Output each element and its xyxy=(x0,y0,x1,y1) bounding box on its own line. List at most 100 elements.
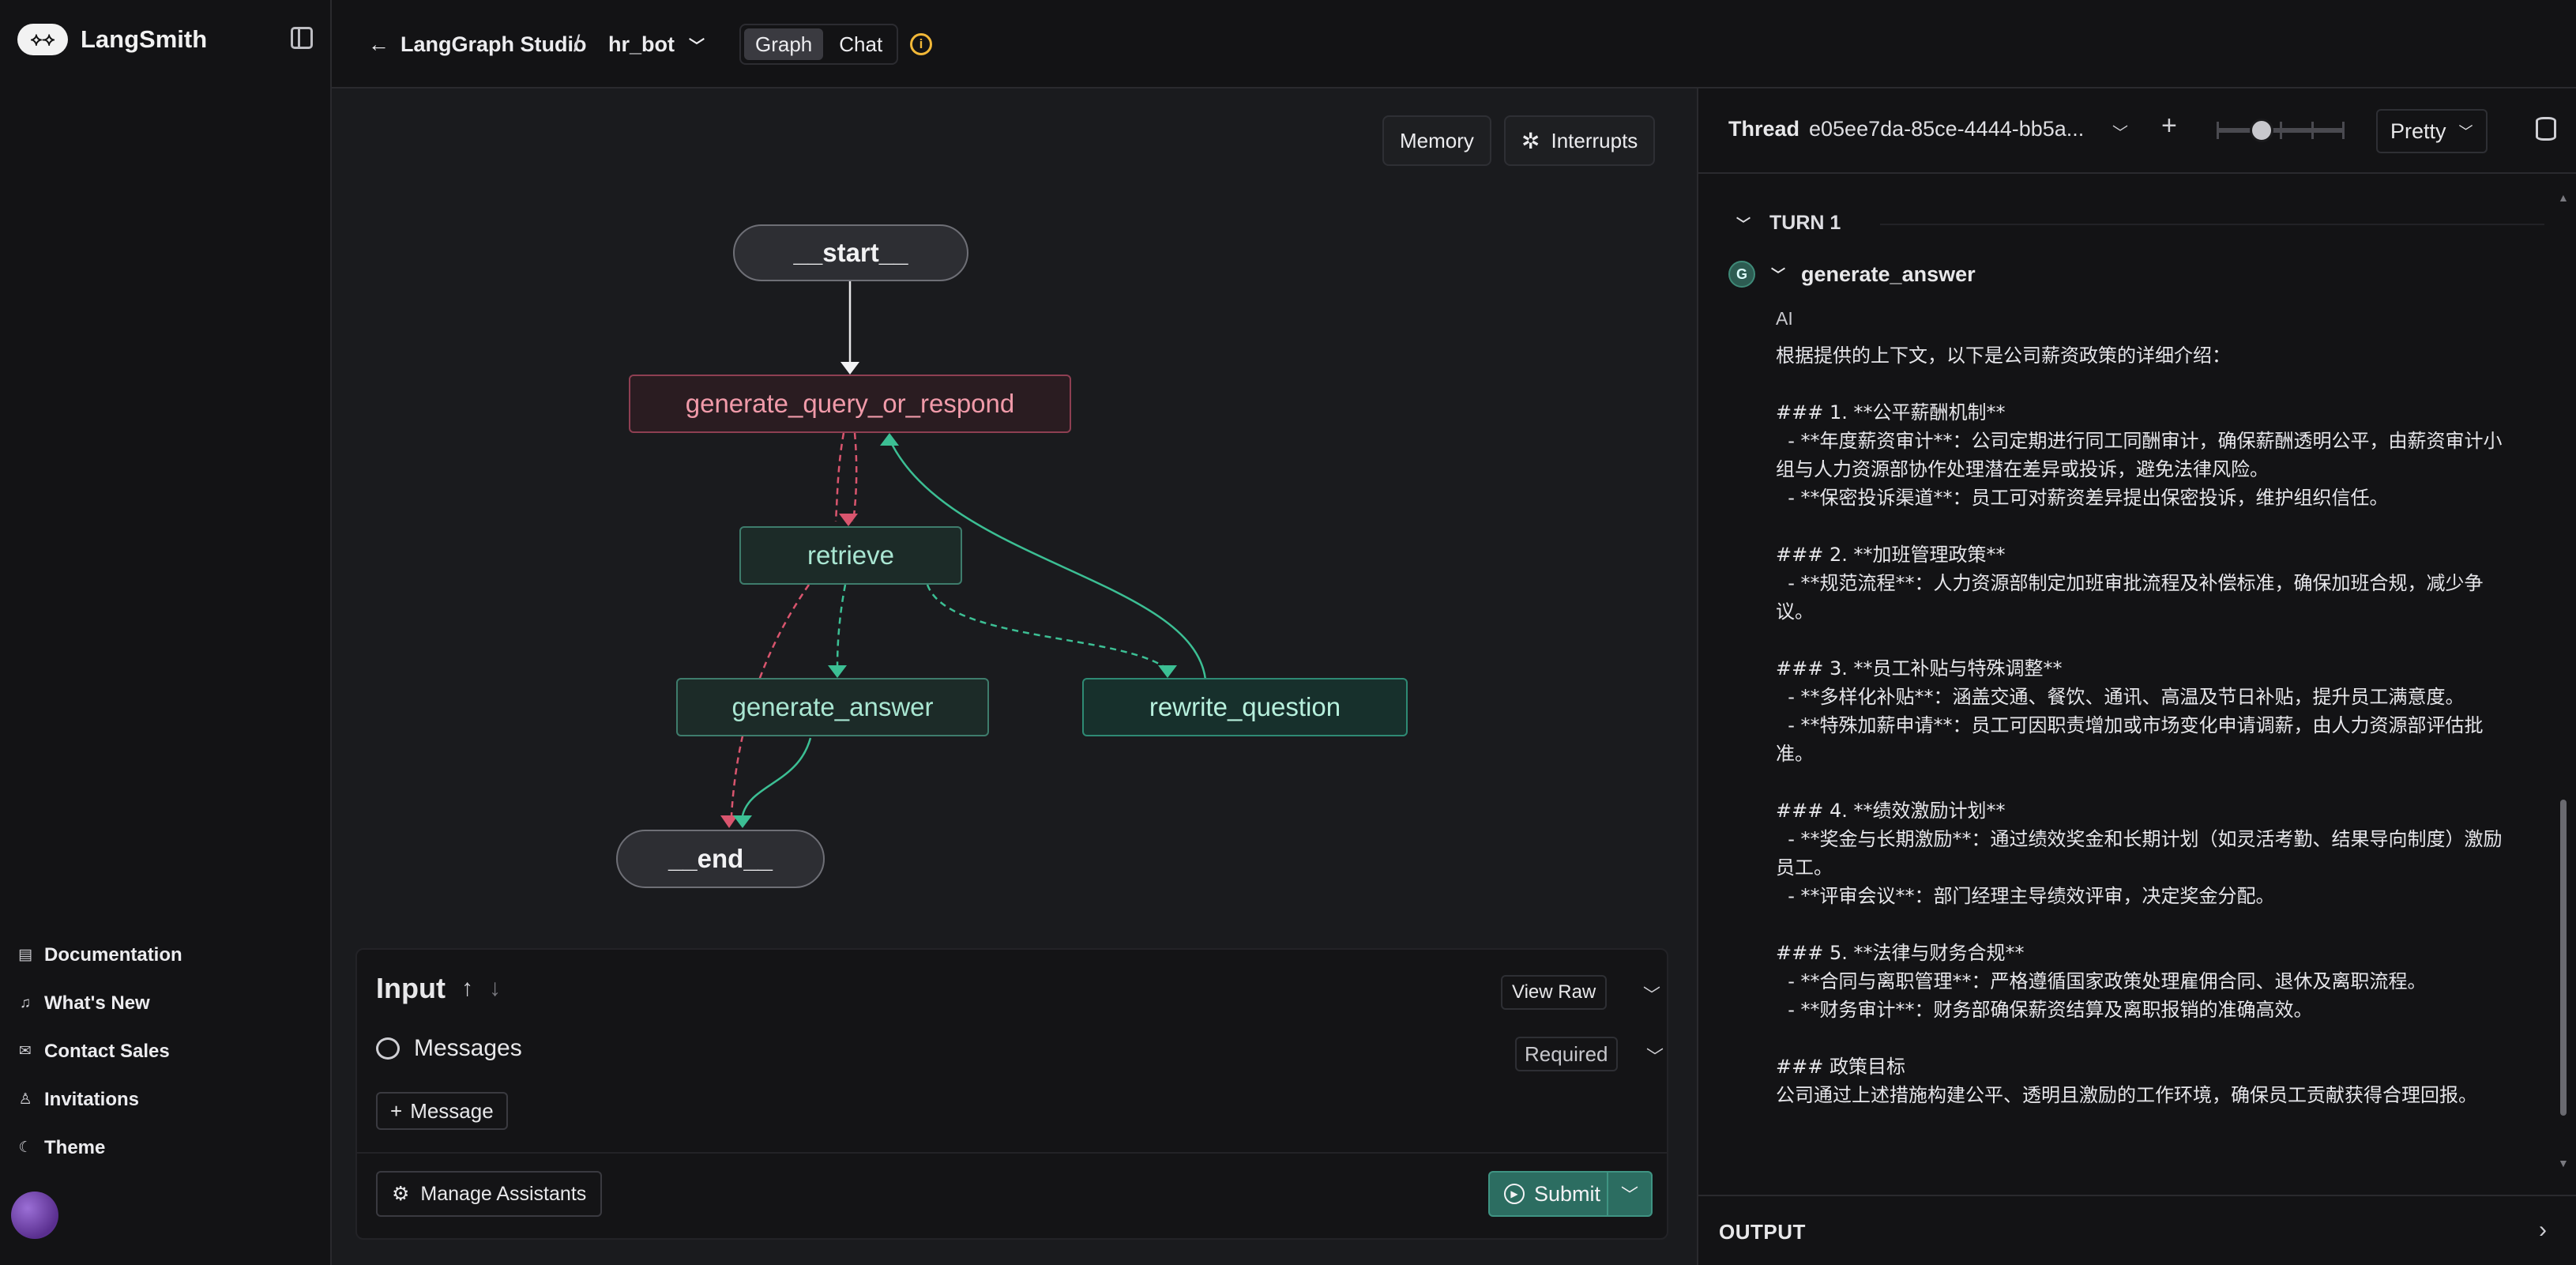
new-thread-plus-icon[interactable]: + xyxy=(2161,111,2177,141)
thread-label: Thread xyxy=(1728,117,1800,141)
brand[interactable]: ⟡⟢ LangSmith xyxy=(17,24,207,55)
chevron-down-icon: ﹀ xyxy=(689,37,705,55)
node-rewrite-question[interactable]: rewrite_question xyxy=(1082,678,1408,736)
input-title: Input xyxy=(376,972,446,1004)
sidebar-item-contact-sales[interactable]: ✉ Contact Sales xyxy=(17,1027,182,1075)
sidebar-toggle-icon[interactable] xyxy=(291,27,313,49)
graph-canvas[interactable]: Memory ✲ Interrupts __start__ generate_q… xyxy=(332,88,1697,1265)
message-bubble-icon xyxy=(376,1037,400,1060)
edge-arrowhead xyxy=(1158,665,1177,678)
app-root: ⟡⟢ LangSmith ▤ Documentation ♫ What's Ne… xyxy=(0,0,2576,1265)
gear-icon: ⚙ xyxy=(392,1183,410,1205)
database-icon[interactable] xyxy=(2536,117,2556,141)
langsmith-logo-icon: ⟡⟢ xyxy=(17,24,68,55)
arrow-down-icon[interactable]: ↓ xyxy=(489,975,501,1002)
turn-header[interactable]: ﹀ TURN 1 xyxy=(1736,212,1841,235)
view-toggle: Graph Chat xyxy=(739,24,899,65)
node-generate-query-or-respond[interactable]: generate_query_or_respond xyxy=(629,375,1071,433)
info-icon: i xyxy=(910,33,932,55)
edge-retrieve-to-rewrite xyxy=(926,584,1168,670)
play-icon: ▶ xyxy=(1504,1184,1525,1204)
thread-panel: Thread e05ee7da-85ce-4444-bb5a... ﹀ + Pr… xyxy=(1697,88,2576,1265)
edge-arrowhead xyxy=(880,433,899,446)
arrow-up-icon[interactable]: ↑ xyxy=(461,975,473,1002)
submit-options-chevron-icon[interactable]: ﹀ xyxy=(1608,1181,1651,1207)
graph-selector[interactable]: hr_bot ﹀ xyxy=(608,0,705,88)
scroll-up-icon[interactable]: ▲ xyxy=(2558,191,2569,204)
edge-query-to-retrieve-2 xyxy=(852,432,858,522)
node-start[interactable]: __start__ xyxy=(733,224,968,281)
sidebar-item-whats-new[interactable]: ♫ What's New xyxy=(17,979,182,1027)
slider-tick xyxy=(2311,122,2314,139)
info-button[interactable]: i xyxy=(910,0,932,88)
messages-label: Messages xyxy=(414,1035,522,1061)
breadcrumb-separator: / xyxy=(573,31,581,57)
node-run-header[interactable]: G ﹀ generate_answer xyxy=(1728,261,1976,288)
thread-id[interactable]: e05ee7da-85ce-4444-bb5a... xyxy=(1809,117,2084,141)
tab-chat[interactable]: Chat xyxy=(828,28,893,60)
ai-message-content: 根据提供的上下文，以下是公司薪资政策的详细介绍： ### 1. **公平薪酬机制… xyxy=(1776,344,2503,1106)
view-mode-select[interactable]: Pretty ﹀ xyxy=(2376,109,2488,153)
chevron-down-icon[interactable]: ﹀ xyxy=(1643,981,1660,1007)
sidebar-item-label: What's New xyxy=(44,992,150,1014)
mail-icon: ✉ xyxy=(19,1043,32,1060)
brand-name: LangSmith xyxy=(81,25,208,53)
bell-icon: ♫ xyxy=(19,994,32,1011)
input-header: Input ↑ ↓ xyxy=(376,972,501,1005)
chevron-down-icon: ﹀ xyxy=(1771,267,1785,283)
plus-icon: + xyxy=(390,1098,403,1123)
edge-arrowhead xyxy=(839,514,858,526)
sidebar-item-theme[interactable]: ☾ Theme xyxy=(17,1124,182,1172)
edge-arrowhead xyxy=(828,665,847,678)
divider xyxy=(1880,224,2544,225)
submit-label: Submit xyxy=(1534,1181,1601,1206)
sidebar: ⟡⟢ LangSmith ▤ Documentation ♫ What's Ne… xyxy=(0,0,332,1265)
manage-assistants-label: Manage Assistants xyxy=(420,1182,587,1205)
tab-graph[interactable]: Graph xyxy=(744,28,824,60)
chevron-down-icon: ﹀ xyxy=(2458,124,2473,140)
sidebar-item-invitations[interactable]: ♙ Invitations xyxy=(17,1075,182,1124)
chevron-right-icon: › xyxy=(2539,1217,2547,1243)
add-message-button[interactable]: + Message xyxy=(376,1092,508,1130)
view-raw-button[interactable]: View Raw xyxy=(1501,975,1608,1010)
document-icon: ▤ xyxy=(18,947,32,963)
manage-assistants-button[interactable]: ⚙ Manage Assistants xyxy=(376,1171,603,1217)
sidebar-item-label: Contact Sales xyxy=(44,1040,170,1062)
submit-button[interactable]: ▶ Submit xyxy=(1490,1173,1608,1215)
turn-label: TURN 1 xyxy=(1769,212,1841,234)
chevron-down-icon: ﹀ xyxy=(1736,216,1751,232)
scrollbar[interactable]: ▲ ▼ xyxy=(2558,191,2569,1171)
output-section[interactable]: OUTPUT › xyxy=(1698,1195,2576,1265)
thread-header: Thread e05ee7da-85ce-4444-bb5a... ﹀ + Pr… xyxy=(1698,88,2576,174)
studio-label: LangGraph Studio xyxy=(401,32,587,56)
edge-query-to-retrieve xyxy=(834,432,845,522)
avatar[interactable] xyxy=(11,1192,58,1239)
sidebar-item-label: Invitations xyxy=(44,1088,140,1110)
scroll-down-icon[interactable]: ▼ xyxy=(2558,1157,2569,1169)
sidebar-nav: ▤ Documentation ♫ What's New ✉ Contact S… xyxy=(17,931,182,1172)
sidebar-item-label: Theme xyxy=(44,1136,106,1158)
back-to-studio-link[interactable]: ← LangGraph Studio xyxy=(368,0,587,88)
edge-arrowhead xyxy=(733,815,752,828)
node-generate-answer[interactable]: generate_answer xyxy=(676,678,989,736)
moon-icon: ☾ xyxy=(18,1139,32,1156)
edge-arrowhead xyxy=(840,362,859,375)
node-retrieve[interactable]: retrieve xyxy=(739,526,962,585)
arrow-left-icon: ← xyxy=(368,32,389,56)
chevron-down-icon[interactable]: ﹀ xyxy=(2112,120,2128,143)
sidebar-item-documentation[interactable]: ▤ Documentation xyxy=(17,931,182,979)
scrollbar-thumb[interactable] xyxy=(2560,800,2567,1116)
user-plus-icon: ♙ xyxy=(18,1091,32,1108)
input-panel: Input ↑ ↓ View Raw ﹀ Messages Required ﹀… xyxy=(355,948,1668,1240)
submit-button-group: ▶ Submit ﹀ xyxy=(1488,1171,1653,1217)
chevron-down-icon[interactable]: ﹀ xyxy=(1646,1043,1664,1068)
history-slider[interactable] xyxy=(2217,119,2345,142)
sidebar-item-label: Documentation xyxy=(44,943,182,966)
node-badge: G xyxy=(1728,261,1755,288)
required-badge: Required xyxy=(1515,1037,1618,1071)
slider-tick xyxy=(2280,122,2282,139)
slider-knob[interactable] xyxy=(2250,119,2273,142)
divider xyxy=(357,1152,1667,1154)
output-label: OUTPUT xyxy=(1719,1220,1806,1244)
node-end[interactable]: __end__ xyxy=(616,830,825,888)
